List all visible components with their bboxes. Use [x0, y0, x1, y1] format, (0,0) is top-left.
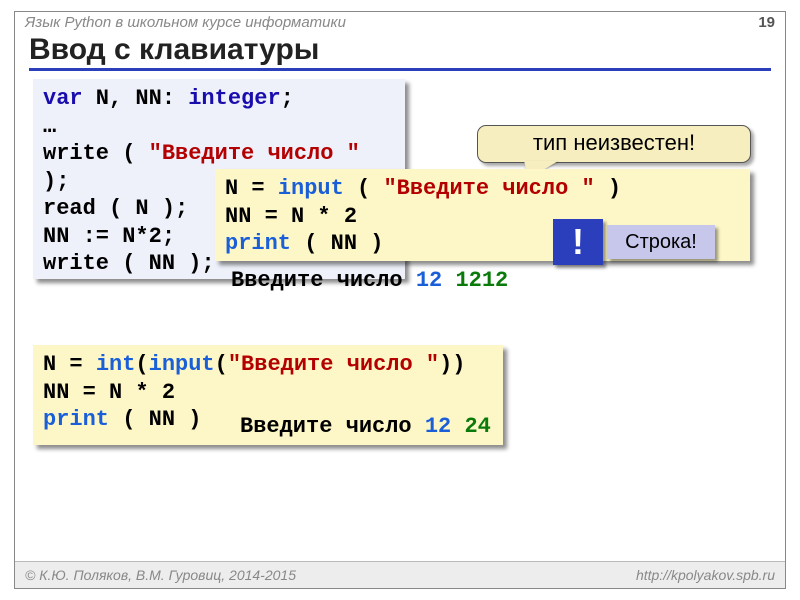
output-prompt: Введите число — [231, 268, 416, 293]
slide-content: var N, NN: integer; … write ( "Введите ч… — [15, 75, 785, 555]
py-text: )) — [439, 352, 465, 377]
py-fn-print: print — [43, 407, 109, 432]
callout-type-unknown: тип неизвестен! — [477, 125, 751, 163]
pascal-text: read ( N ); — [43, 196, 188, 221]
output-result: 1212 — [455, 268, 508, 293]
slide-title: Ввод с клавиатуры — [29, 33, 771, 71]
slide-frame: Язык Python в школьном курсе информатики… — [14, 11, 786, 589]
pascal-kw-var: var — [43, 86, 83, 111]
py-fn-input: input — [278, 176, 344, 201]
slide-footer: © К.Ю. Поляков, В.М. Гуровиц, 2014-2015 … — [15, 561, 785, 588]
pascal-text: N, NN: — [83, 86, 189, 111]
pascal-text: ; — [281, 86, 294, 111]
py-fn-int: int — [96, 352, 136, 377]
py-text: ( — [215, 352, 228, 377]
py-text: NN = N * 2 — [225, 204, 357, 229]
py-text: ( — [135, 352, 148, 377]
py-fn-print: print — [225, 231, 291, 256]
pascal-text: write ( — [43, 141, 149, 166]
string-label: Строка! — [607, 225, 715, 259]
py-text: ( NN ) — [291, 231, 383, 256]
footer-copyright: © К.Ю. Поляков, В.М. Гуровиц, 2014-2015 — [25, 567, 296, 583]
py-text: ( — [344, 176, 384, 201]
output-result: 24 — [464, 414, 490, 439]
py-string: "Введите число " — [228, 352, 439, 377]
pascal-text: … — [43, 114, 56, 139]
course-title: Язык Python в школьном курсе информатики — [25, 14, 346, 31]
py-fn-input: input — [149, 352, 215, 377]
exclamation-icon: ! — [553, 219, 603, 265]
pascal-kw-integer: integer — [188, 86, 280, 111]
output-input: 12 — [425, 414, 451, 439]
output-block-1: Введите число 12 1212 — [231, 267, 508, 295]
py-text: N = — [43, 352, 96, 377]
output-prompt: Введите число — [240, 414, 425, 439]
py-text: N = — [225, 176, 278, 201]
page-number: 19 — [758, 14, 775, 31]
py-text: ( NN ) — [109, 407, 201, 432]
pascal-string: "Введите число " — [149, 141, 360, 166]
py-text: ) — [595, 176, 621, 201]
pascal-text: write ( NN ); — [43, 251, 215, 276]
output-input: 12 — [416, 268, 442, 293]
py-text: NN = N * 2 — [43, 380, 175, 405]
py-string: "Введите число " — [383, 176, 594, 201]
pascal-text: NN := N*2; — [43, 224, 175, 249]
footer-url: http://kpolyakov.spb.ru — [636, 567, 775, 583]
slide-header: Язык Python в школьном курсе информатики… — [15, 12, 785, 31]
output-block-2: Введите число 12 24 — [240, 413, 491, 441]
